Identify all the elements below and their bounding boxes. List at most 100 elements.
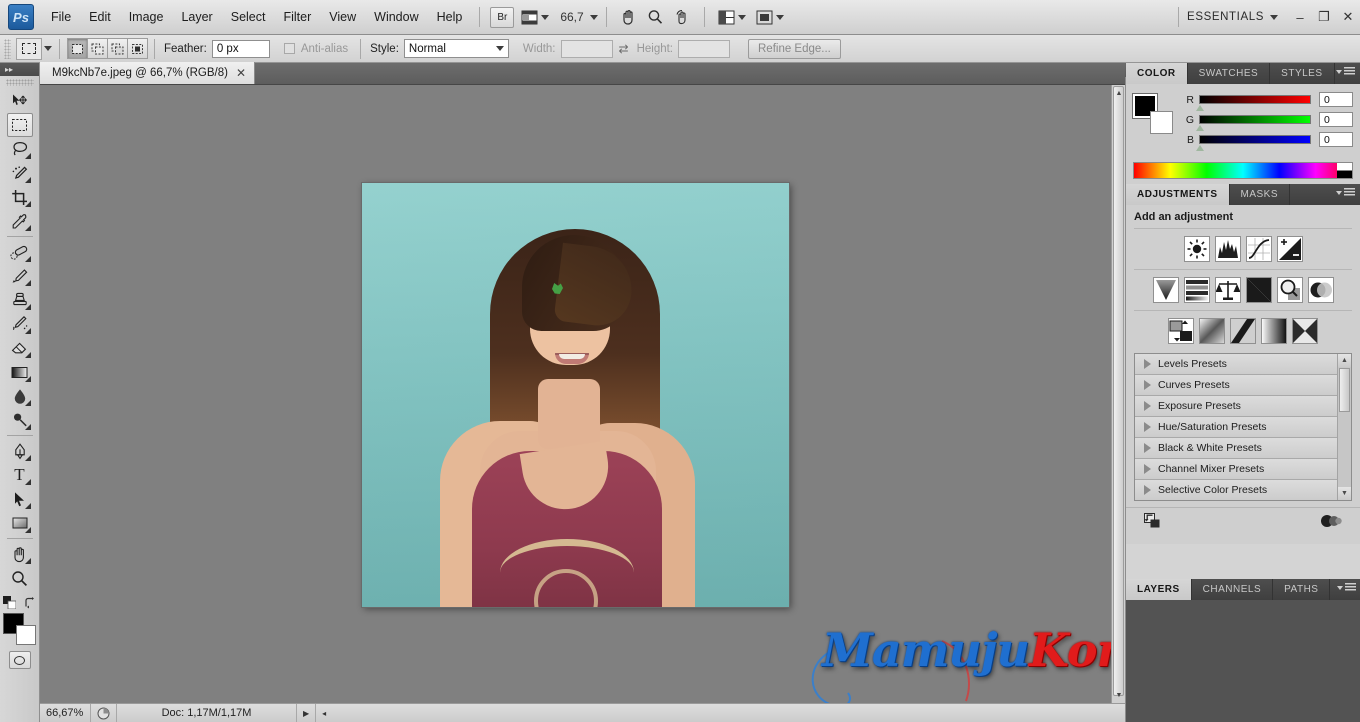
- close-icon[interactable]: ✕: [236, 66, 246, 80]
- menu-image[interactable]: Image: [120, 6, 173, 28]
- gradient-tool[interactable]: [7, 360, 33, 384]
- intersect-with-selection-button[interactable]: [127, 38, 148, 59]
- color-spectrum-ramp[interactable]: [1133, 162, 1353, 179]
- exposure-icon[interactable]: [1276, 236, 1303, 262]
- preset-exposure[interactable]: Exposure Presets: [1135, 396, 1337, 417]
- tools-panel-grip[interactable]: [5, 79, 34, 86]
- zoom-tool[interactable]: [7, 566, 33, 590]
- add-to-selection-button[interactable]: [87, 38, 108, 59]
- tools-panel-collapse[interactable]: ▸▸: [0, 63, 39, 76]
- curves-icon[interactable]: [1245, 236, 1272, 262]
- menu-layer[interactable]: Layer: [172, 6, 221, 28]
- hand-tool-button[interactable]: [620, 9, 637, 25]
- refine-edge-button[interactable]: Refine Edge...: [748, 38, 841, 59]
- document-tab[interactable]: M9kcNb7e.jpeg @ 66,7% (RGB/8) ✕: [40, 62, 256, 84]
- status-zoom-value[interactable]: 66,67%: [40, 707, 90, 719]
- window-restore-button[interactable]: ❐: [1312, 5, 1336, 29]
- width-input[interactable]: [560, 39, 613, 58]
- slider-value-g[interactable]: 0: [1319, 112, 1353, 127]
- adjustments-panel-menu-button[interactable]: [1336, 188, 1355, 197]
- slider-thumb-b[interactable]: [1196, 145, 1204, 151]
- black-white-icon[interactable]: [1245, 277, 1272, 303]
- tab-paths[interactable]: PATHS: [1273, 579, 1331, 600]
- tab-swatches[interactable]: SWATCHES: [1188, 63, 1271, 84]
- pen-tool[interactable]: [7, 439, 33, 463]
- arrange-documents-button[interactable]: [718, 10, 746, 25]
- menu-select[interactable]: Select: [222, 6, 275, 28]
- menu-edit[interactable]: Edit: [80, 6, 120, 28]
- crop-tool[interactable]: [7, 185, 33, 209]
- zoom-chevron-down-icon[interactable]: [589, 14, 598, 20]
- scroll-down-arrow-icon[interactable]: ▼: [1112, 688, 1125, 702]
- photo-filter-icon[interactable]: [1276, 277, 1303, 303]
- tool-preset-picker[interactable]: [16, 37, 42, 60]
- slider-thumb-r[interactable]: [1196, 105, 1204, 111]
- levels-icon[interactable]: [1214, 236, 1241, 262]
- new-selection-button[interactable]: [67, 38, 88, 59]
- subtract-from-selection-button[interactable]: [107, 38, 128, 59]
- selective-color-icon[interactable]: [1292, 318, 1318, 344]
- zoom-tool-button[interactable]: [647, 9, 664, 25]
- canvas-vertical-scrollbar[interactable]: ▲ ▼: [1111, 85, 1125, 703]
- move-tool[interactable]: [7, 89, 33, 113]
- tool-preset-chevron-down-icon[interactable]: [44, 46, 52, 51]
- workspace-switcher[interactable]: ESSENTIALS: [1187, 11, 1278, 23]
- rotate-view-tool-button[interactable]: [674, 9, 691, 25]
- hand-tool[interactable]: [7, 542, 33, 566]
- options-bar-grip[interactable]: [4, 38, 11, 59]
- view-extras-button[interactable]: [521, 10, 550, 25]
- document-image[interactable]: [362, 183, 789, 607]
- swap-dimensions-icon[interactable]: ⇄: [619, 42, 629, 56]
- menu-window[interactable]: Window: [365, 6, 427, 28]
- color-panel-menu-button[interactable]: [1336, 67, 1355, 76]
- slider-track-b[interactable]: [1196, 135, 1311, 151]
- menu-view[interactable]: View: [320, 6, 365, 28]
- spot-healing-brush-tool[interactable]: [7, 240, 33, 264]
- tab-adjustments[interactable]: ADJUSTMENTS: [1126, 184, 1230, 205]
- scroll-up-arrow-icon[interactable]: ▲: [1112, 86, 1125, 100]
- slider-track-r[interactable]: [1196, 95, 1311, 111]
- horizontal-type-tool[interactable]: T: [7, 463, 33, 487]
- document-preview-button[interactable]: [90, 703, 116, 722]
- brush-tool[interactable]: [7, 264, 33, 288]
- background-color-swatch[interactable]: [15, 625, 36, 645]
- presets-scrollbar[interactable]: ▲ ▼: [1337, 354, 1351, 500]
- quick-selection-tool[interactable]: [7, 161, 33, 185]
- path-selection-tool[interactable]: [7, 487, 33, 511]
- slider-track-g[interactable]: [1196, 115, 1311, 131]
- tab-color[interactable]: COLOR: [1126, 63, 1188, 84]
- preset-hue-saturation[interactable]: Hue/Saturation Presets: [1135, 417, 1337, 438]
- menu-help[interactable]: Help: [428, 6, 472, 28]
- slider-thumb-g[interactable]: [1196, 125, 1204, 131]
- clip-to-layer-button[interactable]: [1320, 514, 1342, 533]
- hue-saturation-icon[interactable]: [1183, 277, 1210, 303]
- tab-styles[interactable]: STYLES: [1270, 63, 1335, 84]
- return-to-adjustment-list-button[interactable]: [1144, 513, 1161, 534]
- default-foreground-background-icon[interactable]: [2, 596, 16, 609]
- status-left-arrow[interactable]: ◂: [315, 703, 332, 722]
- layers-panel-body[interactable]: [1126, 600, 1360, 722]
- preset-channel-mixer[interactable]: Channel Mixer Presets: [1135, 459, 1337, 480]
- window-close-button[interactable]: ✕: [1336, 5, 1360, 29]
- height-input[interactable]: [678, 39, 730, 58]
- color-balance-icon[interactable]: [1214, 277, 1241, 303]
- history-brush-tool[interactable]: [7, 312, 33, 336]
- channel-mixer-icon[interactable]: [1307, 277, 1334, 303]
- lasso-tool[interactable]: [7, 137, 33, 161]
- preset-levels[interactable]: Levels Presets: [1135, 354, 1337, 375]
- dodge-tool[interactable]: [7, 408, 33, 432]
- vibrance-icon[interactable]: [1152, 277, 1179, 303]
- preset-selective-color[interactable]: Selective Color Presets: [1135, 480, 1337, 500]
- style-select[interactable]: Normal: [403, 39, 509, 58]
- spectrum-white-black-chip[interactable]: [1337, 163, 1352, 178]
- rectangular-marquee-tool[interactable]: [6, 113, 33, 137]
- canvas-area[interactable]: MamujuKomputer Berbagi Ilmu Dunia Komput…: [40, 85, 1125, 703]
- anti-alias-checkbox[interactable]: Anti-alias: [283, 43, 353, 55]
- gradient-map-icon[interactable]: [1261, 318, 1287, 344]
- clone-stamp-tool[interactable]: [7, 288, 33, 312]
- swap-foreground-background-icon[interactable]: [24, 596, 37, 609]
- presets-scroll-thumb[interactable]: [1339, 368, 1350, 412]
- tab-layers[interactable]: LAYERS: [1126, 579, 1192, 600]
- presets-scroll-down-arrow-icon[interactable]: ▼: [1338, 487, 1351, 500]
- slider-value-b[interactable]: 0: [1319, 132, 1353, 147]
